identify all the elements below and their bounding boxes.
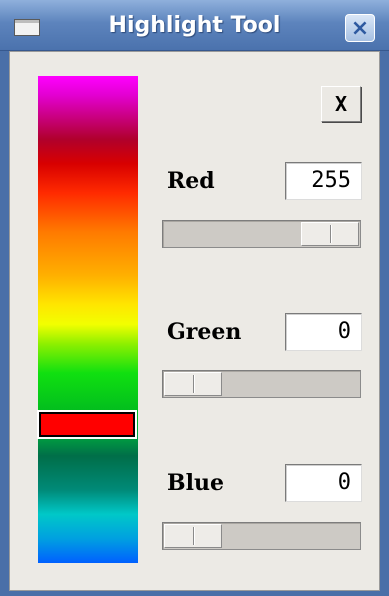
blue-slider[interactable] (162, 522, 361, 550)
window-title: Highlight Tool (108, 13, 281, 38)
slider-grip (330, 225, 331, 243)
color-spectrum[interactable] (38, 76, 138, 563)
red-value-field[interactable]: 255 (285, 162, 362, 200)
tool-panel: X Red 255 Green 0 Blue 0 (9, 51, 380, 591)
close-button[interactable]: X (321, 86, 361, 122)
slider-grip (193, 527, 194, 545)
slider-grip (193, 375, 194, 393)
green-slider-thumb[interactable] (164, 372, 222, 396)
green-value-field[interactable]: 0 (285, 313, 362, 351)
selected-color-marker[interactable] (39, 412, 135, 437)
title-bar[interactable]: Highlight Tool × (0, 0, 389, 51)
blue-label: Blue (167, 470, 224, 496)
green-label: Green (167, 319, 242, 345)
highlight-tool-window: Highlight Tool × X Red 255 Green 0 Blue … (0, 0, 389, 596)
red-slider[interactable] (162, 220, 361, 248)
green-slider[interactable] (162, 370, 361, 398)
blue-value-field[interactable]: 0 (285, 464, 362, 502)
red-slider-thumb[interactable] (301, 222, 359, 246)
red-label: Red (167, 168, 215, 194)
close-icon[interactable]: × (345, 14, 375, 42)
blue-slider-thumb[interactable] (164, 524, 222, 548)
